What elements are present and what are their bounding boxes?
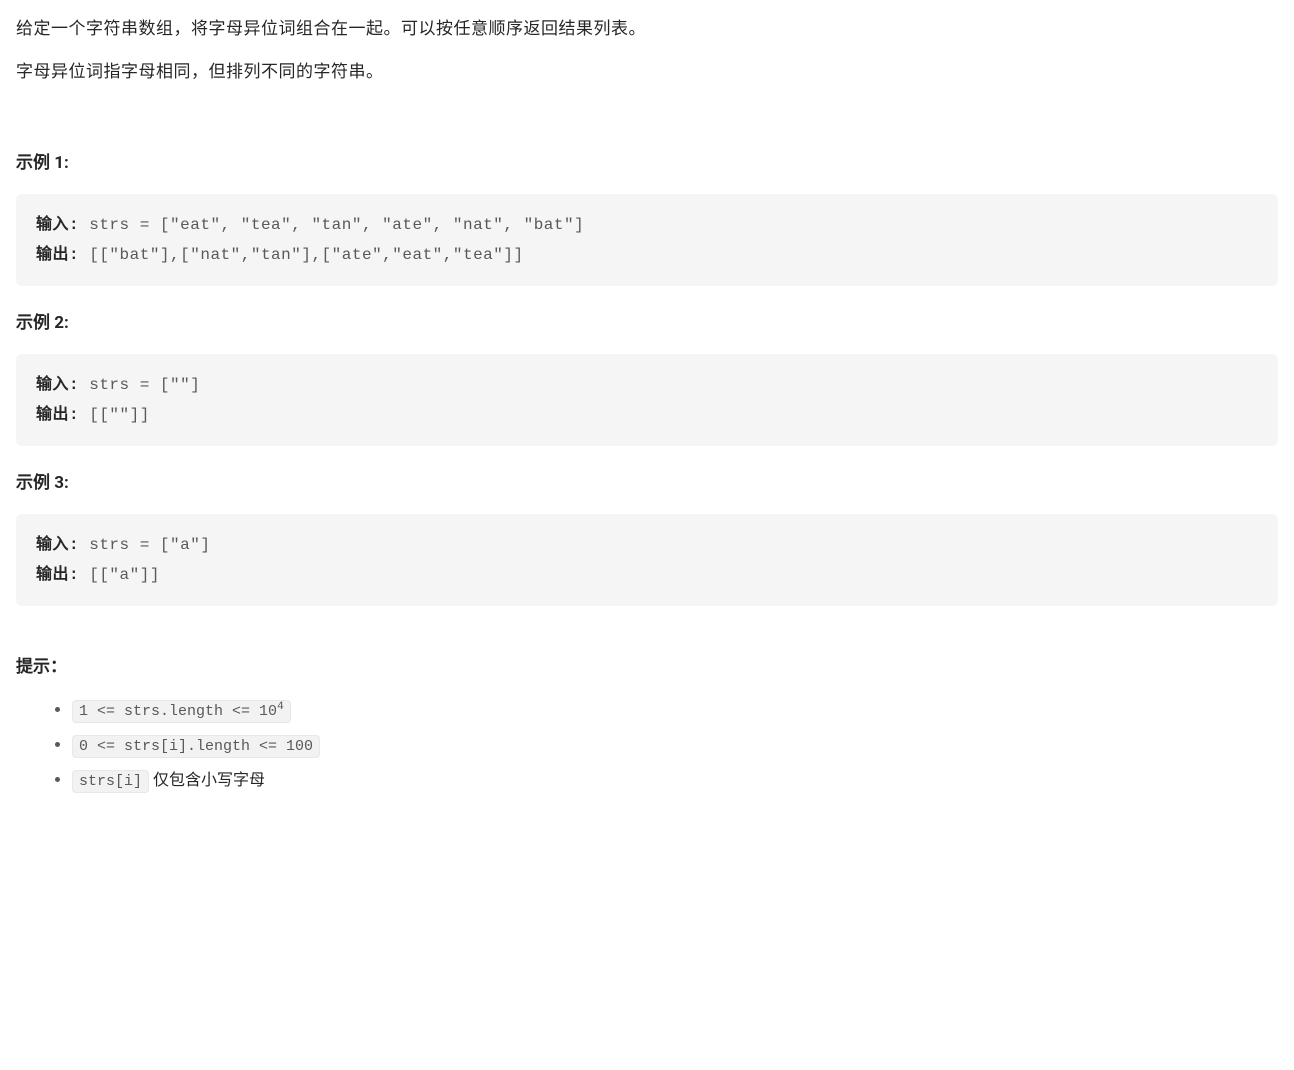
hints-title: 提示： [16,654,1278,681]
hint-item: strs[i] 仅包含小写字母 [72,767,1278,794]
hint-item: 0 <= strs[i].length <= 100 [72,732,1278,759]
description-paragraph-2: 字母异位词指字母相同，但排列不同的字符串。 [16,59,1278,86]
input-label: 输入: [36,376,89,394]
example-1: 示例 1: 输入: strs = ["eat", "tea", "tan", "… [16,150,1278,286]
input-value: strs = [""] [89,376,200,394]
hint-item: 1 <= strs.length <= 104 [72,697,1278,724]
example-2: 示例 2: 输入: strs = [""] 输出: [[""]] [16,310,1278,446]
output-value: [["a"]] [89,566,160,584]
input-label: 输入: [36,216,89,234]
hint-code: 1 <= strs.length <= 104 [72,700,291,723]
example-3: 示例 3: 输入: strs = ["a"] 输出: [["a"]] [16,470,1278,606]
example-title: 示例 3: [16,470,1278,497]
example-code-block: 输入: strs = ["a"] 输出: [["a"]] [16,514,1278,607]
hints-list: 1 <= strs.length <= 104 0 <= strs[i].len… [16,697,1278,794]
example-code-block: 输入: strs = [""] 输出: [[""]] [16,354,1278,447]
input-label: 输入: [36,536,89,554]
output-label: 输出: [36,246,89,264]
output-value: [["bat"],["nat","tan"],["ate","eat","tea… [89,246,523,264]
description-paragraph-1: 给定一个字符串数组，将字母异位词组合在一起。可以按任意顺序返回结果列表。 [16,16,1278,43]
input-value: strs = ["a"] [89,536,210,554]
output-value: [[""]] [89,406,150,424]
input-value: strs = ["eat", "tea", "tan", "ate", "nat… [89,216,584,234]
hint-suffix: 仅包含小写字母 [149,770,265,789]
example-title: 示例 2: [16,310,1278,337]
hint-code: strs[i] [72,770,149,793]
problem-description: 给定一个字符串数组，将字母异位词组合在一起。可以按任意顺序返回结果列表。 字母异… [16,16,1278,86]
example-code-block: 输入: strs = ["eat", "tea", "tan", "ate", … [16,194,1278,287]
example-title: 示例 1: [16,150,1278,177]
output-label: 输出: [36,566,89,584]
output-label: 输出: [36,406,89,424]
hint-code: 0 <= strs[i].length <= 100 [72,735,320,758]
